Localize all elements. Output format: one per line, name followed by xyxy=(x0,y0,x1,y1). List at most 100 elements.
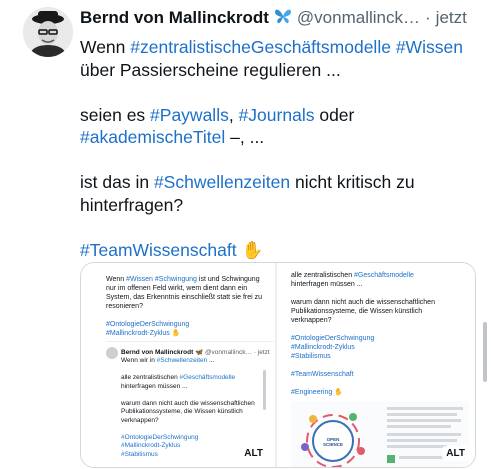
hashtag-link[interactable]: #Stabilismus xyxy=(121,451,158,458)
text-line: Publikationssysteme, die Wissen künstlic… xyxy=(121,408,271,417)
media-grid: Wenn #Wissen #Schwingung ist und Schwing… xyxy=(80,262,476,468)
alt-badge-left[interactable]: ALT xyxy=(240,446,267,461)
text-line: #Engineering ✋ xyxy=(291,388,466,397)
text-segment: System, das Erkenntnis einschließt statt… xyxy=(106,294,263,301)
alt-badge-right[interactable]: ALT xyxy=(442,446,469,461)
text-segment: nur im offenen Feld wirkt, wem dient dan… xyxy=(106,285,248,292)
text-line: verknappen? xyxy=(291,316,466,325)
text-line: alle zentralistischen #Geschäftsmodelle xyxy=(291,271,466,280)
hashtag-link[interactable]: #Schwellenzeiten xyxy=(154,172,290,192)
text-segment: hinterfragen? xyxy=(80,194,184,215)
text-line: resonieren? xyxy=(106,302,271,311)
text-line: #Stabilismus xyxy=(291,352,466,361)
post-time[interactable]: jetzt xyxy=(436,8,467,28)
avatar[interactable] xyxy=(23,7,73,57)
text-segment: verknappen? xyxy=(121,416,159,424)
text-segment: oder xyxy=(314,104,355,125)
text-segment: nicht kritisch zu xyxy=(290,172,415,192)
text-segment: seien es xyxy=(80,104,151,125)
text-segment: Wenn wir in xyxy=(121,357,157,364)
media-image-left[interactable]: Wenn #Wissen #Schwingung ist und Schwing… xyxy=(81,263,277,467)
hashtag-link[interactable]: #Wissen xyxy=(126,276,153,283)
text-line: verknappen? xyxy=(121,417,271,426)
butterfly-icon xyxy=(274,8,292,29)
text-segment: ✋ xyxy=(332,389,343,396)
text-line: #Mallinckrodt-Zyklus xyxy=(291,343,466,352)
text-segment: , xyxy=(228,104,239,125)
hashtag-link[interactable]: #TeamWissenschaft xyxy=(80,240,237,260)
text-line: Wenn wir in #Schwellenzeiten ... xyxy=(121,357,271,366)
hashtag-link[interactable]: #Schwellenzeiten xyxy=(157,357,208,364)
text-segment: ✋ xyxy=(236,239,264,260)
text-segment: Wenn xyxy=(106,276,127,283)
quoted-avatar xyxy=(106,347,118,359)
open-science-label: OPEN SCIENCE xyxy=(322,437,343,447)
text-segment: hinterfragen müssen ... xyxy=(291,281,363,288)
text-line: nur im offenen Feld wirkt, wem dient dan… xyxy=(106,284,271,293)
hashtag-link[interactable]: #Paywalls xyxy=(150,105,229,125)
text-line: #TeamWissenschaft ✋ xyxy=(80,239,485,262)
page-scrollbar[interactable] xyxy=(483,322,487,382)
hashtag-link[interactable]: #Stabilismus xyxy=(291,353,331,360)
text-segment: über Passierscheine regulieren ... xyxy=(80,59,341,80)
text-line: hinterfragen müssen ... xyxy=(121,383,271,392)
hashtag-link[interactable]: #Geschäftsmodelle xyxy=(354,272,414,279)
quoted-author: Bernd von Mallinckrodt xyxy=(121,349,194,356)
quote-scrollbar[interactable] xyxy=(263,370,266,410)
text-line: #TeamWissenschaft xyxy=(291,370,466,379)
text-segment: hinterfragen müssen ... xyxy=(121,382,188,390)
hashtag-link[interactable]: #akademischeTitel xyxy=(80,127,225,147)
media-image-right[interactable]: alle zentralistischen #Geschäftsmodelle h… xyxy=(277,263,475,467)
text-segment: ✋ xyxy=(169,330,181,337)
text-segment: ... xyxy=(207,357,215,364)
text-segment: Publikationssysteme, die Wissen künstlic… xyxy=(291,308,423,315)
hashtag-link[interactable]: #Mallinckrodt-Zyklus xyxy=(121,442,180,449)
text-line: Publikationssysteme, die Wissen künstlic… xyxy=(291,307,466,316)
text-line: ist das in #Schwellenzeiten nicht kritis… xyxy=(80,171,485,194)
author-handle[interactable]: @vonmallinck… xyxy=(297,8,420,28)
text-line: über Passierscheine regulieren ... xyxy=(80,59,485,82)
hashtag-link[interactable]: #Mallinckrodt-Zyklus xyxy=(291,344,355,351)
avatar-portrait xyxy=(23,7,73,57)
text-line: #akademischeTitel –, ... xyxy=(80,126,485,149)
text-segment: Publikationssysteme, die Wissen künstlic… xyxy=(121,408,243,415)
hashtag-link[interactable]: #OntologieDerSchwingung xyxy=(291,335,374,342)
image-text: Wenn #Wissen #Schwingung ist und Schwing… xyxy=(106,275,271,338)
hashtag-link[interactable]: #Wissen xyxy=(396,37,463,57)
text-segment: resonieren? xyxy=(106,303,143,310)
text-segment: alle zentralistischen xyxy=(121,374,180,381)
text-line: hinterfragen? xyxy=(80,194,485,217)
author-name[interactable]: Bernd von Mallinckrodt xyxy=(80,8,269,28)
hashtag-link[interactable]: #Mallinckrodt-Zyklus xyxy=(106,330,170,337)
text-line: System, das Erkenntnis einschließt statt… xyxy=(106,293,271,302)
hashtag-link[interactable]: #OntologieDerSchwingung xyxy=(121,434,198,441)
hashtag-link[interactable]: #OntologieDerSchwingung xyxy=(106,321,189,328)
text-line: #OntologieDerSchwingung xyxy=(121,434,271,443)
text-line: #OntologieDerSchwingung xyxy=(291,334,466,343)
hashtag-link[interactable]: #Geschäftsmodelle xyxy=(180,374,236,381)
hashtag-link[interactable]: #zentralistischeGeschäftsmodelle xyxy=(130,37,391,57)
hashtag-link[interactable]: #Schwingung xyxy=(155,276,197,283)
text-segment: Wenn xyxy=(80,37,131,57)
text-line: warum dann nicht auch die wissenschaftli… xyxy=(291,298,466,307)
hashtag-link[interactable]: #TeamWissenschaft xyxy=(291,371,354,378)
text-line: seien es #Paywalls, #Journals oder xyxy=(80,104,485,127)
hashtag-link[interactable]: #Journals xyxy=(239,105,315,125)
post-header: Bernd von Mallinckrodt @vonmallinck… · j… xyxy=(80,7,467,29)
text-segment: verknappen? xyxy=(291,317,332,324)
text-segment: warum dann nicht auch die wissenschaftli… xyxy=(291,299,435,306)
text-line: hinterfragen müssen ... xyxy=(291,280,466,289)
text-line: Wenn #zentralistischeGeschäftsmodelle #W… xyxy=(80,36,485,59)
quoted-time: · jetzt xyxy=(253,349,270,356)
text-line: alle zentralistischen #Geschäftsmodelle xyxy=(121,374,271,383)
butterfly-icon: 🦋 xyxy=(195,349,204,356)
text-line: Wenn #Wissen #Schwingung ist und Schwing… xyxy=(106,275,271,284)
hashtag-link[interactable]: #Engineering xyxy=(291,389,332,396)
text-line: #Mallinckrodt-Zyklus ✋ xyxy=(106,329,271,338)
